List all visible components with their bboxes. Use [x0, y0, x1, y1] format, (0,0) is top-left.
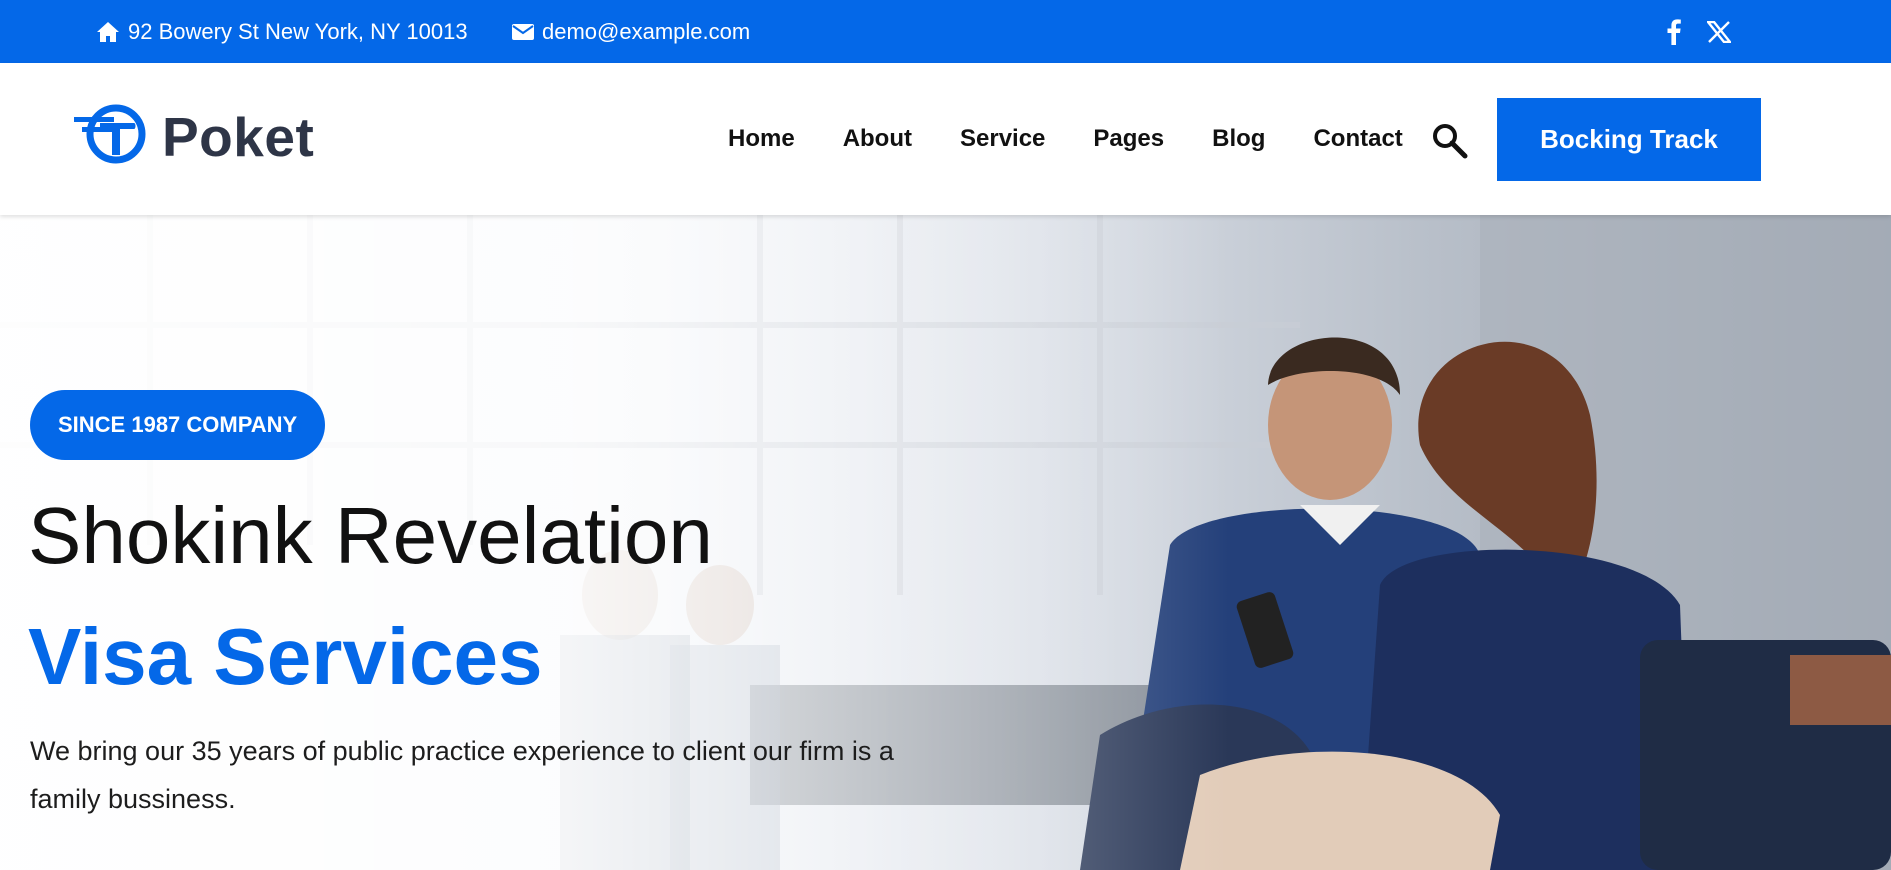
social-links: [1667, 0, 1731, 63]
nav-service[interactable]: Service: [960, 125, 1045, 153]
search-button[interactable]: [1430, 121, 1470, 161]
envelope-icon: [512, 23, 534, 40]
email[interactable]: demo@example.com: [512, 0, 750, 63]
nav-pages[interactable]: Pages: [1093, 125, 1164, 153]
hero-description: We bring our 35 years of public practice…: [30, 736, 894, 814]
home-icon: [96, 21, 120, 43]
email-text[interactable]: demo@example.com: [542, 19, 750, 45]
site-header: Poket Home About Service Pages Blog Cont…: [0, 63, 1891, 215]
nav-home[interactable]: Home: [728, 125, 795, 153]
logo-mark-icon: [74, 103, 148, 170]
facebook-icon[interactable]: [1667, 18, 1681, 45]
logo[interactable]: Poket: [74, 103, 314, 170]
address: 92 Bowery St New York, NY 10013: [96, 0, 468, 63]
x-icon[interactable]: [1707, 20, 1731, 43]
since-badge: SINCE 1987 COMPANY: [30, 390, 326, 460]
booking-track-button[interactable]: Bocking Track: [1497, 98, 1761, 181]
nav-about[interactable]: About: [843, 125, 912, 153]
top-info-bar: 92 Bowery St New York, NY 10013 demo@exa…: [0, 0, 1891, 63]
hero-title-line1: Shokink Revelation: [28, 491, 713, 580]
nav-contact[interactable]: Contact: [1313, 125, 1402, 153]
nav-blog[interactable]: Blog: [1212, 125, 1265, 153]
search-icon: [1430, 124, 1470, 165]
hero-section: SINCE 1987 COMPANY Shokink Revelation Vi…: [0, 215, 1891, 870]
address-text: 92 Bowery St New York, NY 10013: [128, 18, 468, 44]
logo-text: Poket: [162, 105, 315, 168]
main-nav: Home About Service Pages Blog Contact: [728, 63, 1403, 215]
hero-title-line2: Visa Services: [28, 612, 543, 701]
